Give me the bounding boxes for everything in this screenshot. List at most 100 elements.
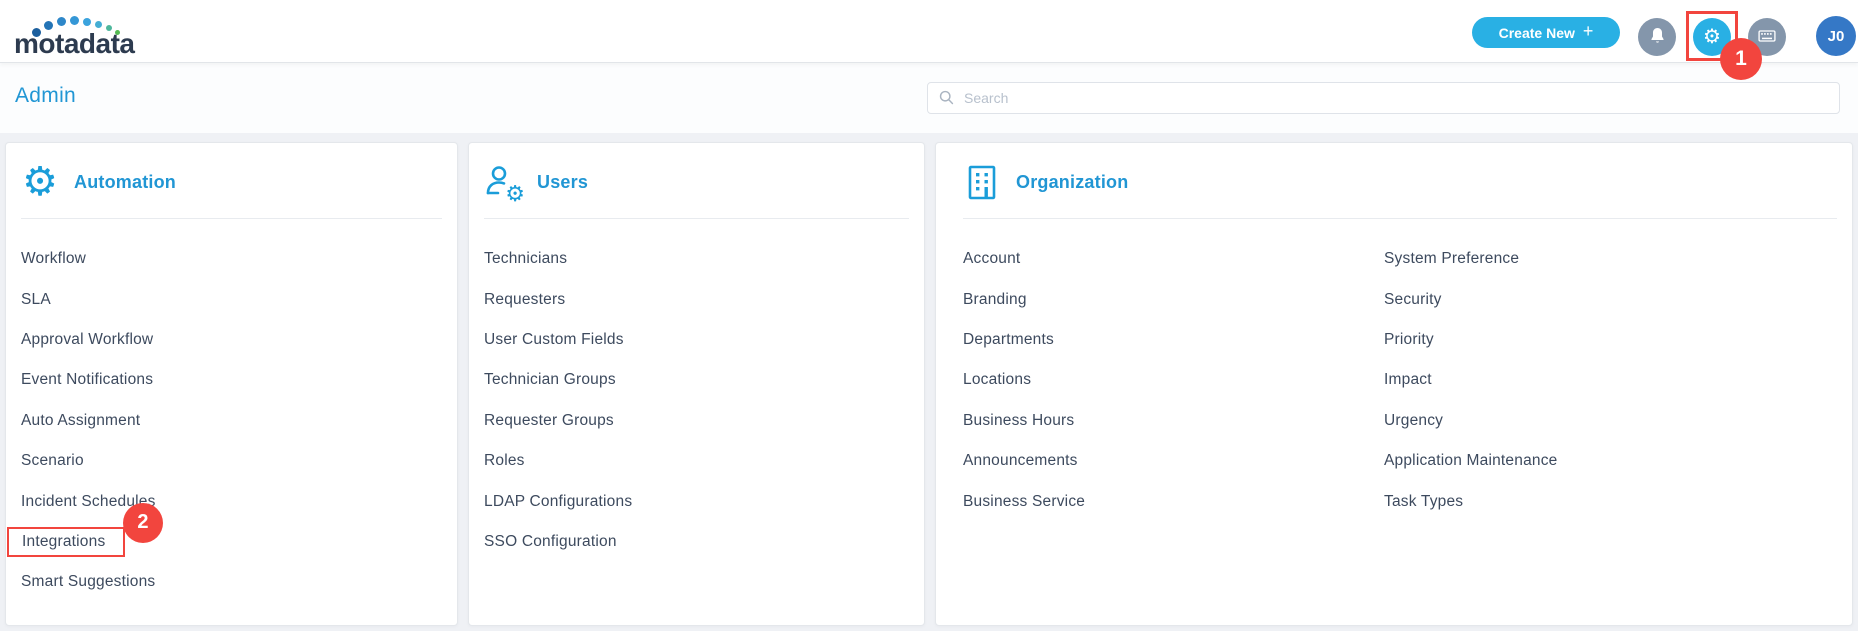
menu-item-label: SSO Configuration — [484, 532, 617, 550]
menu-item-label: Auto Assignment — [21, 411, 141, 429]
organization-menu-col1: Account Branding Departments Locations Busin… — [963, 239, 1384, 522]
menu-item-system-preference[interactable]: System Preference — [1384, 239, 1805, 279]
menu-item-label: Task Types — [1384, 492, 1464, 510]
menu-item-account[interactable]: Account — [963, 239, 1384, 279]
menu-item-locations[interactable]: Locations — [963, 360, 1384, 400]
menu-item-roles[interactable]: Roles — [484, 441, 909, 481]
menu-item-label: Branding — [963, 290, 1027, 308]
menu-item-label: Event Notifications — [21, 371, 154, 389]
user-gear-icon: ⚙ — [484, 163, 525, 205]
menu-item-label: Smart Suggestions — [21, 573, 156, 591]
menu-item-branding[interactable]: Branding — [963, 279, 1384, 319]
menu-item-label: Application Maintenance — [1384, 452, 1558, 470]
menu-item-label: User Custom Fields — [484, 330, 624, 348]
menu-item-label: Scenario — [21, 452, 84, 470]
menu-item-scenario[interactable]: Scenario — [21, 441, 442, 481]
menu-item-label: Approval Workflow — [21, 330, 154, 348]
logo-dot — [57, 17, 66, 26]
menu-item-label: Locations — [963, 371, 1032, 389]
top-bar: motadata Create New + ⚙ J0 — [0, 0, 1858, 63]
menu-item-label: Requester Groups — [484, 411, 614, 429]
card-organization: Organization Account Branding Departments L… — [935, 142, 1853, 626]
menu-item-urgency[interactable]: Urgency — [1384, 401, 1805, 441]
page-header: Admin — [0, 63, 1858, 133]
menu-item-sso-configuration[interactable]: SSO Configuration — [484, 522, 909, 562]
logo-text: motadata — [14, 28, 135, 59]
search-bar — [927, 82, 1840, 114]
logo-dot — [70, 16, 79, 25]
menu-item-technician-groups[interactable]: Technician Groups — [484, 360, 909, 400]
menu-item-sla[interactable]: SLA — [21, 279, 442, 319]
logo-dot — [83, 18, 91, 26]
organization-menu-col2: System Preference Security Priority Impact U… — [1384, 239, 1805, 522]
menu-item-label: Integrations — [7, 526, 126, 557]
card-title: Organization — [1016, 171, 1129, 192]
menu-item-user-custom-fields[interactable]: User Custom Fields — [484, 320, 909, 360]
notifications-button[interactable] — [1638, 18, 1676, 56]
menu-item-application-maintenance[interactable]: Application Maintenance — [1384, 441, 1805, 481]
card-automation: ⚙ Automation Workflow SLA Approval Workflo… — [5, 142, 458, 626]
menu-item-security[interactable]: Security — [1384, 279, 1805, 319]
menu-item-incident-schedules[interactable]: Incident Schedules — [21, 481, 442, 521]
menu-item-event-notifications[interactable]: Event Notifications — [21, 360, 442, 400]
menu-item-label: Security — [1384, 290, 1442, 308]
menu-item-label: Technician Groups — [484, 371, 616, 389]
card-users: ⚙ Users Technicians Requesters User Custom… — [468, 142, 925, 626]
annotation-badge-1: 1 — [1720, 38, 1762, 80]
menu-item-workflow[interactable]: Workflow — [21, 239, 442, 279]
menu-item-label: Account — [963, 250, 1021, 268]
menu-item-announcements[interactable]: Announcements — [963, 441, 1384, 481]
menu-item-business-service[interactable]: Business Service — [963, 481, 1384, 521]
menu-item-label: Announcements — [963, 452, 1078, 470]
card-title: Users — [537, 171, 589, 192]
menu-item-label: Workflow — [21, 250, 87, 268]
motadata-logo[interactable]: motadata — [14, 14, 144, 59]
user-avatar[interactable]: J0 — [1816, 16, 1856, 56]
avatar-initials: J0 — [1827, 27, 1845, 45]
menu-item-label: Priority — [1384, 330, 1434, 348]
gear-icon: ⚙ — [1703, 26, 1721, 48]
users-menu: Technicians Requesters User Custom Fields T… — [469, 219, 924, 562]
menu-item-auto-assignment[interactable]: Auto Assignment — [21, 401, 442, 441]
building-icon — [963, 163, 1001, 201]
menu-item-task-types[interactable]: Task Types — [1384, 481, 1805, 521]
annotation-badge-2: 2 — [123, 502, 163, 543]
menu-item-label: Urgency — [1384, 411, 1444, 429]
menu-item-integrations[interactable]: Integrations 2 — [7, 502, 442, 562]
create-new-button[interactable]: Create New + — [1472, 17, 1620, 48]
menu-item-label: System Preference — [1384, 250, 1520, 268]
admin-cards-area: ⚙ Automation Workflow SLA Approval Workflo… — [0, 133, 1858, 631]
menu-item-label: Business Service — [963, 492, 1086, 510]
page-title: Admin — [15, 84, 77, 107]
menu-item-impact[interactable]: Impact — [1384, 360, 1805, 400]
menu-item-requesters[interactable]: Requesters — [484, 279, 909, 319]
bell-icon — [1648, 26, 1667, 48]
menu-item-label: SLA — [21, 290, 51, 308]
create-new-label: Create New — [1498, 24, 1575, 41]
card-organization-header: Organization — [936, 143, 1852, 201]
menu-item-priority[interactable]: Priority — [1384, 320, 1805, 360]
menu-item-label: Departments — [963, 330, 1054, 348]
menu-item-label: LDAP Configurations — [484, 492, 633, 510]
organization-menu-columns: Account Branding Departments Locations Busin… — [936, 219, 1852, 522]
menu-item-label: Roles — [484, 452, 525, 470]
menu-item-departments[interactable]: Departments — [963, 320, 1384, 360]
menu-item-ldap-configurations[interactable]: LDAP Configurations — [484, 481, 909, 521]
menu-item-label: Impact — [1384, 371, 1432, 389]
menu-item-business-hours[interactable]: Business Hours — [963, 401, 1384, 441]
card-automation-header: ⚙ Automation — [6, 143, 457, 202]
plus-icon: + — [1582, 21, 1594, 41]
menu-item-technicians[interactable]: Technicians — [484, 239, 909, 279]
card-title: Automation — [74, 171, 176, 192]
keyboard-icon — [1757, 26, 1777, 49]
menu-item-smart-suggestions[interactable]: Smart Suggestions — [21, 562, 442, 602]
menu-item-requester-groups[interactable]: Requester Groups — [484, 401, 909, 441]
menu-item-approval-workflow[interactable]: Approval Workflow — [21, 320, 442, 360]
automation-menu: Workflow SLA Approval Workflow Event Notifi… — [6, 219, 457, 603]
menu-item-label: Business Hours — [963, 411, 1075, 429]
logo-dot — [95, 21, 102, 28]
search-input[interactable] — [927, 82, 1840, 114]
menu-item-label: Requesters — [484, 290, 566, 308]
menu-item-label: Technicians — [484, 250, 568, 268]
card-users-header: ⚙ Users — [469, 143, 924, 205]
